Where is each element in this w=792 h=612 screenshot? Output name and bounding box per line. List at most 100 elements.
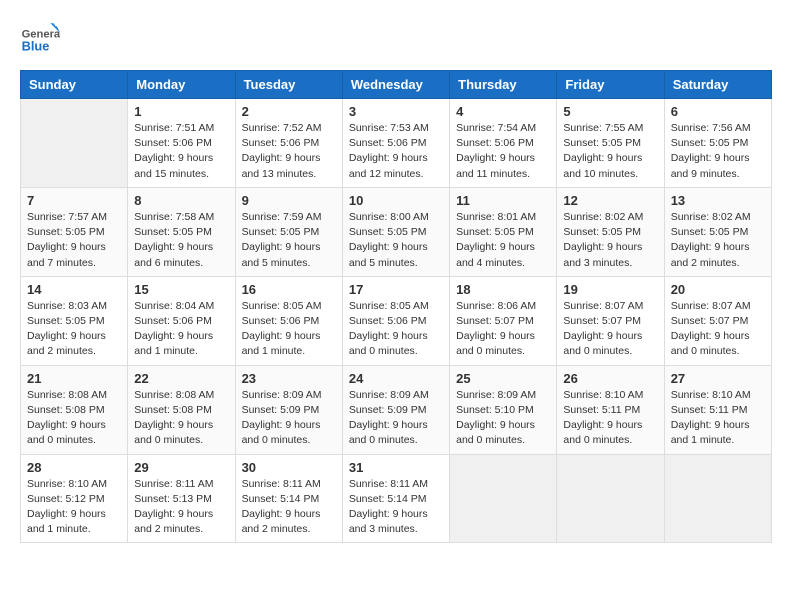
weekday-header-wednesday: Wednesday [342,71,449,99]
day-number: 31 [349,460,443,475]
day-number: 2 [242,104,336,119]
day-number: 4 [456,104,550,119]
day-cell: 1 Sunrise: 7:51 AMSunset: 5:06 PMDaylight… [128,99,235,188]
day-info: Sunrise: 8:08 AMSunset: 5:08 PMDaylight:… [27,388,121,449]
day-number: 28 [27,460,121,475]
day-cell: 18 Sunrise: 8:06 AMSunset: 5:07 PMDayligh… [450,276,557,365]
day-info: Sunrise: 7:59 AMSunset: 5:05 PMDaylight:… [242,210,336,271]
day-cell: 7 Sunrise: 7:57 AMSunset: 5:05 PMDaylight… [21,187,128,276]
day-cell: 11Sunrise: 8:01 AMSunset: 5:05 PMDayligh… [450,187,557,276]
day-info: Sunrise: 7:54 AMSunset: 5:06 PMDaylight:… [456,121,550,182]
day-info: Sunrise: 8:06 AMSunset: 5:07 PMDaylight:… [456,299,550,360]
day-info: Sunrise: 8:11 AMSunset: 5:14 PMDaylight:… [242,477,336,538]
day-cell: 22 Sunrise: 8:08 AMSunset: 5:08 PMDayligh… [128,365,235,454]
day-number: 22 [134,371,228,386]
day-number: 26 [563,371,657,386]
day-info: Sunrise: 8:09 AMSunset: 5:09 PMDaylight:… [349,388,443,449]
day-number: 7 [27,193,121,208]
weekday-header-friday: Friday [557,71,664,99]
day-info: Sunrise: 8:10 AMSunset: 5:11 PMDaylight:… [671,388,765,449]
day-info: Sunrise: 8:11 AMSunset: 5:14 PMDaylight:… [349,477,443,538]
day-info: Sunrise: 8:09 AMSunset: 5:09 PMDaylight:… [242,388,336,449]
day-info: Sunrise: 7:51 AMSunset: 5:06 PMDaylight:… [134,121,228,182]
week-row-1: 1 Sunrise: 7:51 AMSunset: 5:06 PMDaylight… [21,99,772,188]
day-number: 9 [242,193,336,208]
day-cell: 15 Sunrise: 8:04 AMSunset: 5:06 PMDayligh… [128,276,235,365]
logo: General Blue [20,20,66,60]
day-cell: 20 Sunrise: 8:07 AMSunset: 5:07 PMDayligh… [664,276,771,365]
day-cell [21,99,128,188]
day-info: Sunrise: 8:02 AMSunset: 5:05 PMDaylight:… [563,210,657,271]
day-info: Sunrise: 7:52 AMSunset: 5:06 PMDaylight:… [242,121,336,182]
day-cell: 19Sunrise: 8:07 AMSunset: 5:07 PMDayligh… [557,276,664,365]
day-number: 24 [349,371,443,386]
weekday-header-tuesday: Tuesday [235,71,342,99]
header: General Blue [20,20,772,60]
day-info: Sunrise: 7:55 AMSunset: 5:05 PMDaylight:… [563,121,657,182]
day-number: 23 [242,371,336,386]
day-cell: 23 Sunrise: 8:09 AMSunset: 5:09 PMDayligh… [235,365,342,454]
day-info: Sunrise: 8:09 AMSunset: 5:10 PMDaylight:… [456,388,550,449]
day-cell: 6 Sunrise: 7:56 AMSunset: 5:05 PMDaylight… [664,99,771,188]
day-info: Sunrise: 8:11 AMSunset: 5:13 PMDaylight:… [134,477,228,538]
weekday-header-monday: Monday [128,71,235,99]
day-cell: 16 Sunrise: 8:05 AMSunset: 5:06 PMDayligh… [235,276,342,365]
day-cell: 21 Sunrise: 8:08 AMSunset: 5:08 PMDayligh… [21,365,128,454]
day-info: Sunrise: 8:05 AMSunset: 5:06 PMDaylight:… [242,299,336,360]
day-number: 21 [27,371,121,386]
day-number: 13 [671,193,765,208]
day-cell: 31 Sunrise: 8:11 AMSunset: 5:14 PMDayligh… [342,454,449,543]
day-info: Sunrise: 8:00 AMSunset: 5:05 PMDaylight:… [349,210,443,271]
day-info: Sunrise: 8:04 AMSunset: 5:06 PMDaylight:… [134,299,228,360]
day-number: 5 [563,104,657,119]
day-info: Sunrise: 7:56 AMSunset: 5:05 PMDaylight:… [671,121,765,182]
day-info: Sunrise: 8:08 AMSunset: 5:08 PMDaylight:… [134,388,228,449]
day-number: 19 [563,282,657,297]
day-info: Sunrise: 8:10 AMSunset: 5:11 PMDaylight:… [563,388,657,449]
day-cell: 29 Sunrise: 8:11 AMSunset: 5:13 PMDayligh… [128,454,235,543]
week-row-4: 21 Sunrise: 8:08 AMSunset: 5:08 PMDayligh… [21,365,772,454]
day-cell: 5 Sunrise: 7:55 AMSunset: 5:05 PMDaylight… [557,99,664,188]
day-cell: 8Sunrise: 7:58 AMSunset: 5:05 PMDaylight… [128,187,235,276]
week-row-2: 7 Sunrise: 7:57 AMSunset: 5:05 PMDaylight… [21,187,772,276]
day-info: Sunrise: 8:10 AMSunset: 5:12 PMDaylight:… [27,477,121,538]
day-cell: 26 Sunrise: 8:10 AMSunset: 5:11 PMDayligh… [557,365,664,454]
calendar: SundayMondayTuesdayWednesdayThursdayFrid… [20,70,772,543]
day-number: 29 [134,460,228,475]
day-number: 6 [671,104,765,119]
day-number: 18 [456,282,550,297]
weekday-header-row: SundayMondayTuesdayWednesdayThursdayFrid… [21,71,772,99]
day-info: Sunrise: 7:58 AMSunset: 5:05 PMDaylight:… [134,210,228,271]
day-cell: 27 Sunrise: 8:10 AMSunset: 5:11 PMDayligh… [664,365,771,454]
day-cell: 10 Sunrise: 8:00 AMSunset: 5:05 PMDayligh… [342,187,449,276]
day-number: 30 [242,460,336,475]
day-info: Sunrise: 7:53 AMSunset: 5:06 PMDaylight:… [349,121,443,182]
day-cell [557,454,664,543]
day-info: Sunrise: 7:57 AMSunset: 5:05 PMDaylight:… [27,210,121,271]
day-number: 17 [349,282,443,297]
day-cell: 9 Sunrise: 7:59 AMSunset: 5:05 PMDaylight… [235,187,342,276]
day-number: 10 [349,193,443,208]
day-cell: 17 Sunrise: 8:05 AMSunset: 5:06 PMDayligh… [342,276,449,365]
day-number: 3 [349,104,443,119]
day-cell [664,454,771,543]
day-number: 20 [671,282,765,297]
day-info: Sunrise: 8:03 AMSunset: 5:05 PMDaylight:… [27,299,121,360]
day-number: 25 [456,371,550,386]
day-number: 11 [456,193,550,208]
day-info: Sunrise: 8:07 AMSunset: 5:07 PMDaylight:… [671,299,765,360]
day-number: 16 [242,282,336,297]
day-cell: 14 Sunrise: 8:03 AMSunset: 5:05 PMDayligh… [21,276,128,365]
day-cell [450,454,557,543]
day-number: 14 [27,282,121,297]
day-number: 1 [134,104,228,119]
day-number: 27 [671,371,765,386]
day-cell: 13 Sunrise: 8:02 AMSunset: 5:05 PMDayligh… [664,187,771,276]
day-info: Sunrise: 8:05 AMSunset: 5:06 PMDaylight:… [349,299,443,360]
day-cell: 4 Sunrise: 7:54 AMSunset: 5:06 PMDaylight… [450,99,557,188]
day-number: 12 [563,193,657,208]
svg-text:Blue: Blue [22,38,50,53]
day-info: Sunrise: 8:02 AMSunset: 5:05 PMDaylight:… [671,210,765,271]
day-cell: 28 Sunrise: 8:10 AMSunset: 5:12 PMDayligh… [21,454,128,543]
day-number: 15 [134,282,228,297]
